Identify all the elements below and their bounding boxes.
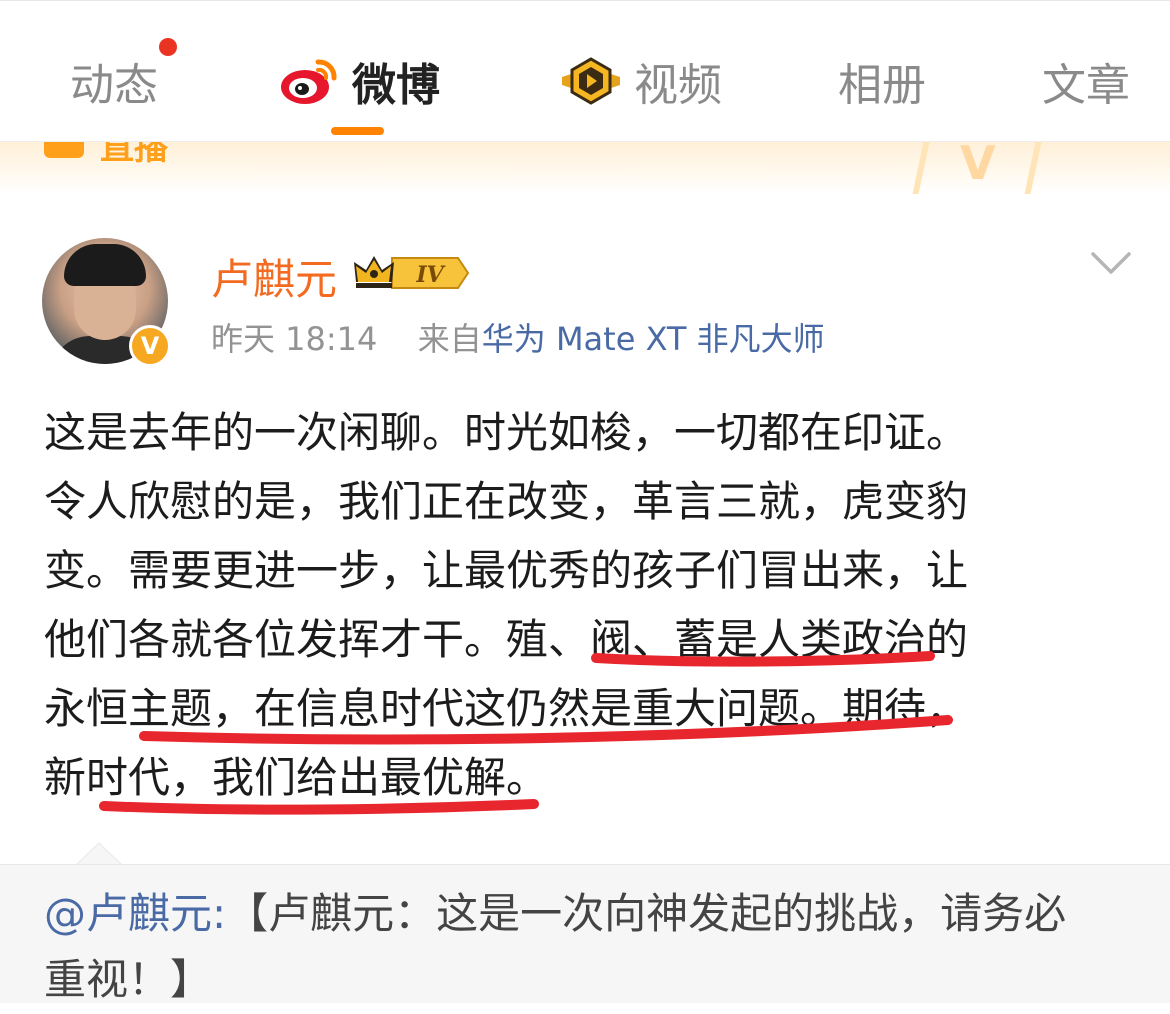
post-text-line: 新时代，我们给出最优解。 [44, 753, 549, 802]
source-prefix: 来自 [417, 320, 482, 358]
level-label: IV [415, 262, 445, 288]
repost-mention[interactable]: @卢麒元: [44, 889, 226, 938]
profile-tab-bar: 动态 微博 视频 相册 文章 [0, 0, 1170, 142]
tab-dynamic[interactable]: 动态 [70, 51, 158, 111]
author-name[interactable]: 卢麒元 [211, 246, 337, 307]
crown-level-icon[interactable]: IV [352, 252, 470, 298]
post-time: 昨天 18:14 [211, 320, 378, 358]
repost-text-line: @卢麒元:【卢麒元：这是一次向神发起的挑战，请务必 [44, 880, 1066, 948]
repost-caret [76, 842, 122, 866]
tab-label: 相册 [838, 60, 926, 111]
active-tab-indicator [331, 127, 384, 135]
verified-badge-icon: V [129, 325, 171, 367]
chevron-down-icon[interactable] [1090, 250, 1132, 280]
post-meta: 昨天 18:14 来自华为 Mate XT 非凡大师 [211, 314, 825, 360]
tab-label: 视频 [634, 60, 722, 111]
post-text-line: 永恒主题，在信息时代这仍然是重大问题。期待， [44, 684, 969, 733]
repost-text-line: 重视！】 [44, 955, 213, 1004]
post-text-line: 这是去年的一次闲聊。时光如梭，一切都在印证。 [44, 408, 969, 457]
weibo-logo-icon [278, 56, 340, 106]
banner-stripe [1024, 142, 1042, 194]
repost-text: 【卢麒元：这是一次向神发起的挑战，请务必 [226, 889, 1067, 938]
live-banner-label: 直播 [100, 142, 168, 168]
video-badge-icon [560, 57, 622, 105]
banner-v-mark: V [960, 142, 996, 190]
post-body: 这是去年的一次闲聊。时光如梭，一切都在印证。 令人欣慰的是，我们正在改变，革言三… [44, 398, 1134, 812]
tab-label: 微博 [352, 60, 440, 111]
tab-album[interactable]: 相册 [838, 51, 926, 111]
banner-stripe [912, 142, 930, 194]
post-text-line: 变。需要更进一步，让最优秀的孩子们冒出来，让 [44, 546, 969, 595]
tab-weibo[interactable]: 微博 [278, 51, 440, 111]
live-banner[interactable]: 直播 V [0, 142, 1170, 194]
post-text-line: 他们各就各位发挥才干。殖、阀、蓄是人类政治的 [44, 615, 969, 664]
tab-video[interactable]: 视频 [560, 51, 722, 111]
notification-dot [159, 38, 177, 56]
tab-articles[interactable]: 文章 [1042, 51, 1130, 111]
tab-label: 文章 [1042, 60, 1130, 111]
live-icon [44, 142, 84, 158]
post-source-link[interactable]: 华为 Mate XT 非凡大师 [482, 320, 825, 358]
tab-label: 动态 [70, 60, 158, 111]
post-text-line: 令人欣慰的是，我们正在改变，革言三就，虎变豹 [44, 477, 969, 526]
